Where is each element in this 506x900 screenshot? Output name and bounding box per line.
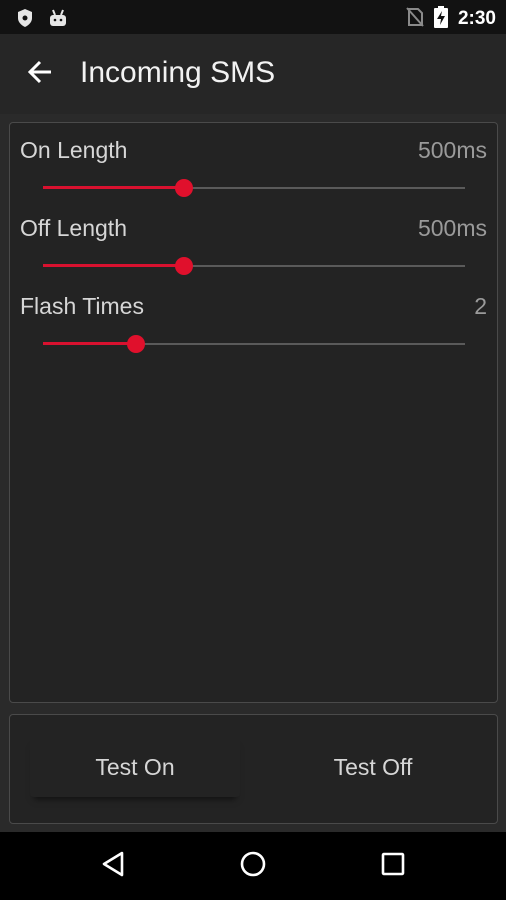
setting-value: 500ms	[417, 215, 487, 241]
setting-label: Flash Times	[20, 293, 144, 319]
no-sim-icon	[406, 7, 424, 31]
slider-thumb[interactable]	[126, 335, 145, 353]
setting-value: 500ms	[417, 137, 487, 163]
setting-label: Off Length	[20, 215, 127, 241]
nav-back-button[interactable]	[93, 846, 133, 886]
settings-panel: On Length 500ms Off Length 500ms Flash T…	[9, 122, 498, 703]
status-bar: 2:30	[0, 0, 506, 34]
nav-recents-button[interactable]	[373, 846, 413, 886]
shield-icon	[16, 8, 34, 32]
slider-fill	[43, 186, 185, 189]
arrow-left-icon	[27, 59, 53, 89]
app-bar: Incoming SMS	[0, 34, 506, 114]
slider-thumb[interactable]	[175, 179, 194, 197]
setting-value: 2	[474, 293, 487, 319]
test-off-button[interactable]: Test Off	[268, 737, 478, 797]
nav-home-button[interactable]	[233, 846, 273, 886]
recents-square-icon	[380, 851, 406, 881]
setting-row-off-length: Off Length 500ms	[10, 215, 497, 285]
test-button-panel: Test On Test Off	[9, 714, 498, 824]
home-circle-icon	[239, 850, 267, 882]
slider-fill	[43, 342, 136, 345]
back-triangle-icon	[100, 850, 126, 882]
battery-charging-icon	[433, 6, 448, 32]
back-button[interactable]	[20, 54, 60, 94]
test-on-button[interactable]: Test On	[30, 737, 240, 797]
android-icon	[48, 9, 68, 31]
clock-time: 2:30	[457, 8, 496, 29]
setting-label: On Length	[20, 137, 128, 163]
slider-thumb[interactable]	[175, 257, 194, 275]
page-title: Incoming SMS	[80, 56, 276, 89]
slider-fill	[43, 264, 185, 267]
setting-row-flash-times: Flash Times 2	[10, 293, 497, 363]
flash-times-slider[interactable]	[43, 333, 465, 355]
on-length-slider[interactable]	[43, 177, 465, 199]
navigation-bar	[0, 832, 506, 900]
off-length-slider[interactable]	[43, 255, 465, 277]
setting-row-on-length: On Length 500ms	[10, 137, 497, 207]
